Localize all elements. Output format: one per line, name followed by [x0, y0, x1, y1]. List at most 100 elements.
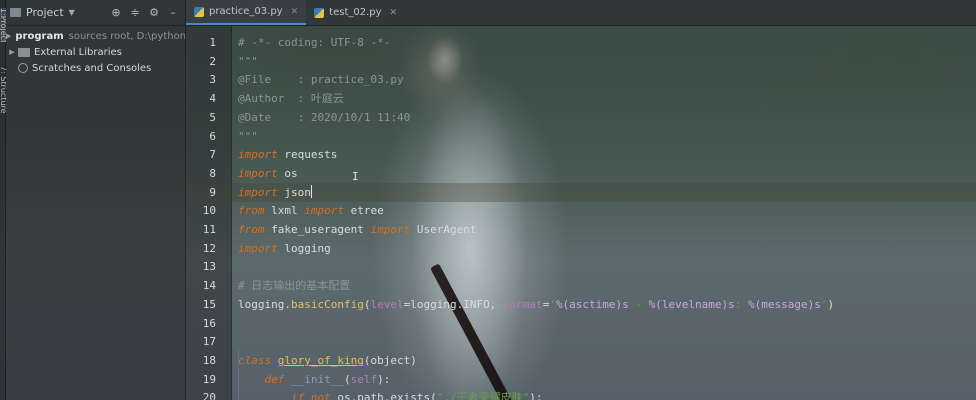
python-file-icon — [194, 6, 204, 17]
code-token: requests — [277, 148, 338, 162]
library-icon — [18, 47, 30, 57]
code-token: - — [628, 297, 649, 311]
expand-arrow-icon[interactable]: ▶ — [6, 32, 11, 40]
line-number: 16 — [202, 316, 216, 330]
code-line[interactable]: class glory_of_king(object) — [238, 351, 417, 370]
code-token: """ — [238, 129, 258, 143]
line-number: 9 — [209, 185, 216, 199]
text-caret — [310, 184, 312, 198]
code-line[interactable]: import logging — [238, 239, 331, 258]
code-line[interactable]: if not os.path.exists("./王者荣耀皮肤"): — [238, 388, 542, 400]
code-line[interactable]: from lxml import etree — [238, 201, 384, 220]
line-number: 12 — [202, 241, 216, 255]
code-token: import — [304, 204, 344, 218]
target-icon[interactable]: ⊕ — [108, 5, 124, 21]
code-token: %(levelname)s — [648, 297, 735, 311]
code-token: """ — [238, 54, 258, 68]
code-token: %(asctime)s — [555, 297, 629, 311]
code-line[interactable]: logging.basicConfig(level=logging.INFO, … — [238, 295, 834, 314]
line-number: 6 — [209, 129, 216, 143]
indent-guide — [238, 349, 239, 400]
line-number: 14 — [202, 279, 216, 293]
code-token: ' — [549, 297, 556, 311]
close-icon[interactable]: ✕ — [291, 7, 299, 17]
code-token: level — [370, 297, 404, 311]
project-panel-header: Project ▼ ⊕ ≑ ⚙ – — [6, 0, 185, 26]
code-token: =logging.INFO, — [403, 297, 503, 311]
close-icon[interactable]: ✕ — [390, 8, 398, 18]
code-token: import — [238, 166, 278, 180]
tree-item-external-libraries[interactable]: ▶ External Libraries — [6, 44, 185, 60]
code-line[interactable]: # 日志输出的基本配置 — [238, 276, 350, 295]
project-panel-title[interactable]: Project — [26, 6, 64, 19]
code-line[interactable]: import os — [238, 164, 298, 183]
code-token: class — [238, 353, 272, 367]
code-token: ): — [377, 372, 391, 386]
code-line[interactable]: # -*- coding: UTF-8 -*- — [238, 33, 390, 52]
project-folder-icon — [10, 8, 21, 17]
line-number: 1 — [209, 36, 216, 49]
line-number: 7 — [209, 148, 216, 162]
code-line[interactable]: def __init__(self): — [238, 370, 391, 389]
tree-item-scratches[interactable]: Scratches and Consoles — [6, 60, 185, 76]
code-token: : — [734, 297, 749, 311]
code-token: lxml — [264, 204, 305, 218]
code-token: import — [238, 148, 278, 162]
code-line[interactable]: @Author : 叶庭云 — [238, 89, 344, 108]
code-token: __init__ — [291, 372, 344, 386]
code-token: glory_of_king — [277, 353, 364, 367]
line-number: 5 — [209, 110, 216, 124]
code-token: json — [277, 185, 311, 199]
code-token: (object) — [363, 353, 417, 367]
code-line[interactable]: @Date : 2020/10/1 11:40 — [238, 108, 410, 127]
line-number: 2 — [209, 54, 216, 68]
code-token: import — [370, 223, 411, 236]
line-number: 8 — [209, 166, 216, 180]
line-number: 11 — [202, 223, 216, 236]
line-number: 4 — [209, 92, 216, 106]
mouse-ibeam-cursor-icon: I — [352, 170, 359, 183]
code-token: logging. — [238, 297, 291, 311]
line-number: 20 — [202, 391, 216, 400]
chevron-down-icon[interactable]: ▼ — [69, 8, 75, 17]
code-line[interactable]: import json — [238, 183, 312, 202]
code-line[interactable]: @File : practice_03.py — [238, 70, 404, 89]
tab-label: practice_03.py — [209, 6, 283, 17]
code-token: ): — [529, 391, 543, 400]
collapse-icon[interactable]: ≑ — [127, 5, 143, 21]
code-line[interactable]: import requests — [238, 145, 337, 164]
code-token: format — [502, 297, 543, 311]
code-line[interactable]: from fake_useragent import UserAgent — [238, 220, 476, 239]
line-number: 13 — [202, 260, 216, 274]
line-number: 15 — [202, 297, 216, 311]
code-token: if not — [290, 391, 331, 400]
code-token: os — [277, 166, 298, 180]
tree-item-label: External Libraries — [34, 46, 122, 58]
code-token: from — [238, 204, 265, 218]
line-number: 10 — [202, 204, 216, 218]
code-token: def — [264, 372, 285, 386]
line-number: 17 — [202, 335, 216, 349]
code-token: @Date : 2020/10/1 11:40 — [238, 110, 411, 124]
tab-test-02[interactable]: test_02.py ✕ — [306, 0, 405, 25]
hide-icon[interactable]: – — [165, 5, 181, 21]
code-token: self — [350, 372, 378, 386]
code-token: logging — [277, 241, 331, 255]
tab-practice-03[interactable]: practice_03.py ✕ — [186, 0, 307, 25]
expand-arrow-icon[interactable]: ▶ — [6, 48, 18, 56]
code-token: "./王者荣耀皮肤" — [436, 391, 530, 400]
tab-label: test_02.py — [329, 7, 382, 18]
code-line[interactable]: """ — [238, 127, 258, 146]
tree-item-program[interactable]: ▶ program sources root, D:\python\py — [6, 28, 185, 44]
gear-icon[interactable]: ⚙ — [146, 5, 162, 21]
code-token: %(message)s — [748, 297, 821, 311]
code-token: import — [238, 185, 278, 199]
project-panel: Project ▼ ⊕ ≑ ⚙ – ▶ program sources root… — [6, 0, 186, 400]
code-line[interactable]: """ — [238, 52, 258, 71]
code-token: etree — [344, 204, 384, 218]
code-token: ' — [820, 297, 828, 311]
project-tree: ▶ program sources root, D:\python\py ▶ E… — [6, 26, 185, 76]
